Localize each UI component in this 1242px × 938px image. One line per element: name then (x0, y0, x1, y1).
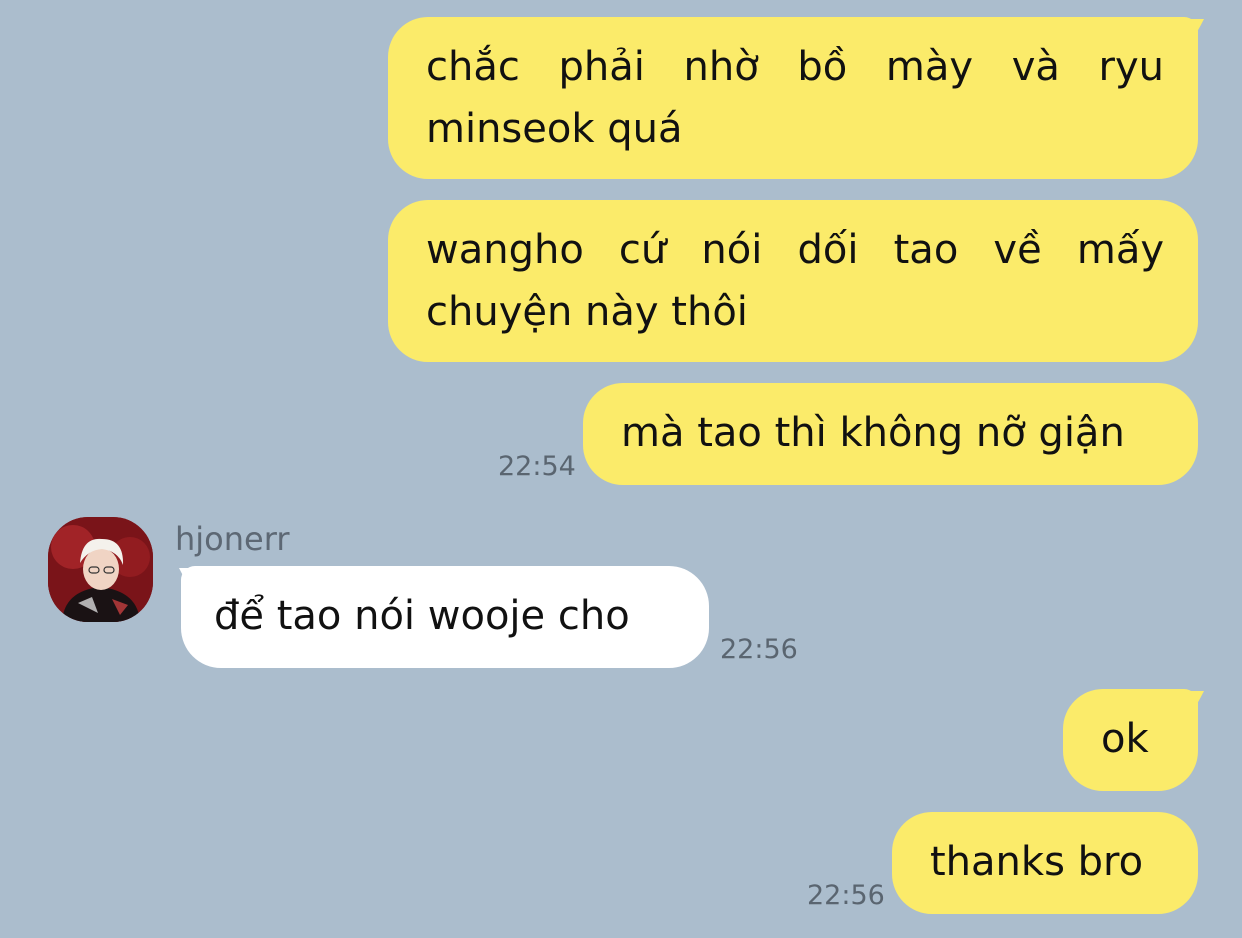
profile-photo-icon (48, 517, 153, 622)
outgoing-message-bubble[interactable]: ok (1063, 689, 1198, 791)
message-text: thanks bro (930, 839, 1144, 885)
message-text: chắc phải nhờ bồ mày và ryu minseok quá (426, 44, 1164, 152)
avatar[interactable] (48, 517, 153, 622)
message-timestamp: 22:56 (807, 880, 885, 911)
sender-name: hjonerr (175, 520, 290, 558)
message-timestamp: 22:56 (720, 634, 798, 665)
outgoing-message-bubble[interactable]: chắc phải nhờ bồ mày và ryu minseok quá (388, 17, 1198, 179)
incoming-message-bubble[interactable]: để tao nói wooje cho (181, 566, 709, 668)
outgoing-message-bubble[interactable]: thanks bro (892, 812, 1198, 914)
message-timestamp: 22:54 (498, 451, 576, 482)
bubble-tail-icon (1180, 691, 1204, 719)
message-text: wangho cứ nói dối tao về mấy chuyện này … (426, 227, 1164, 335)
outgoing-message-bubble[interactable]: wangho cứ nói dối tao về mấy chuyện này … (388, 200, 1198, 362)
message-text: mà tao thì không nỡ giận (621, 410, 1125, 456)
outgoing-message-bubble[interactable]: mà tao thì không nỡ giận (583, 383, 1198, 485)
bubble-tail-icon (1180, 19, 1204, 47)
message-text: để tao nói wooje cho (214, 593, 630, 639)
